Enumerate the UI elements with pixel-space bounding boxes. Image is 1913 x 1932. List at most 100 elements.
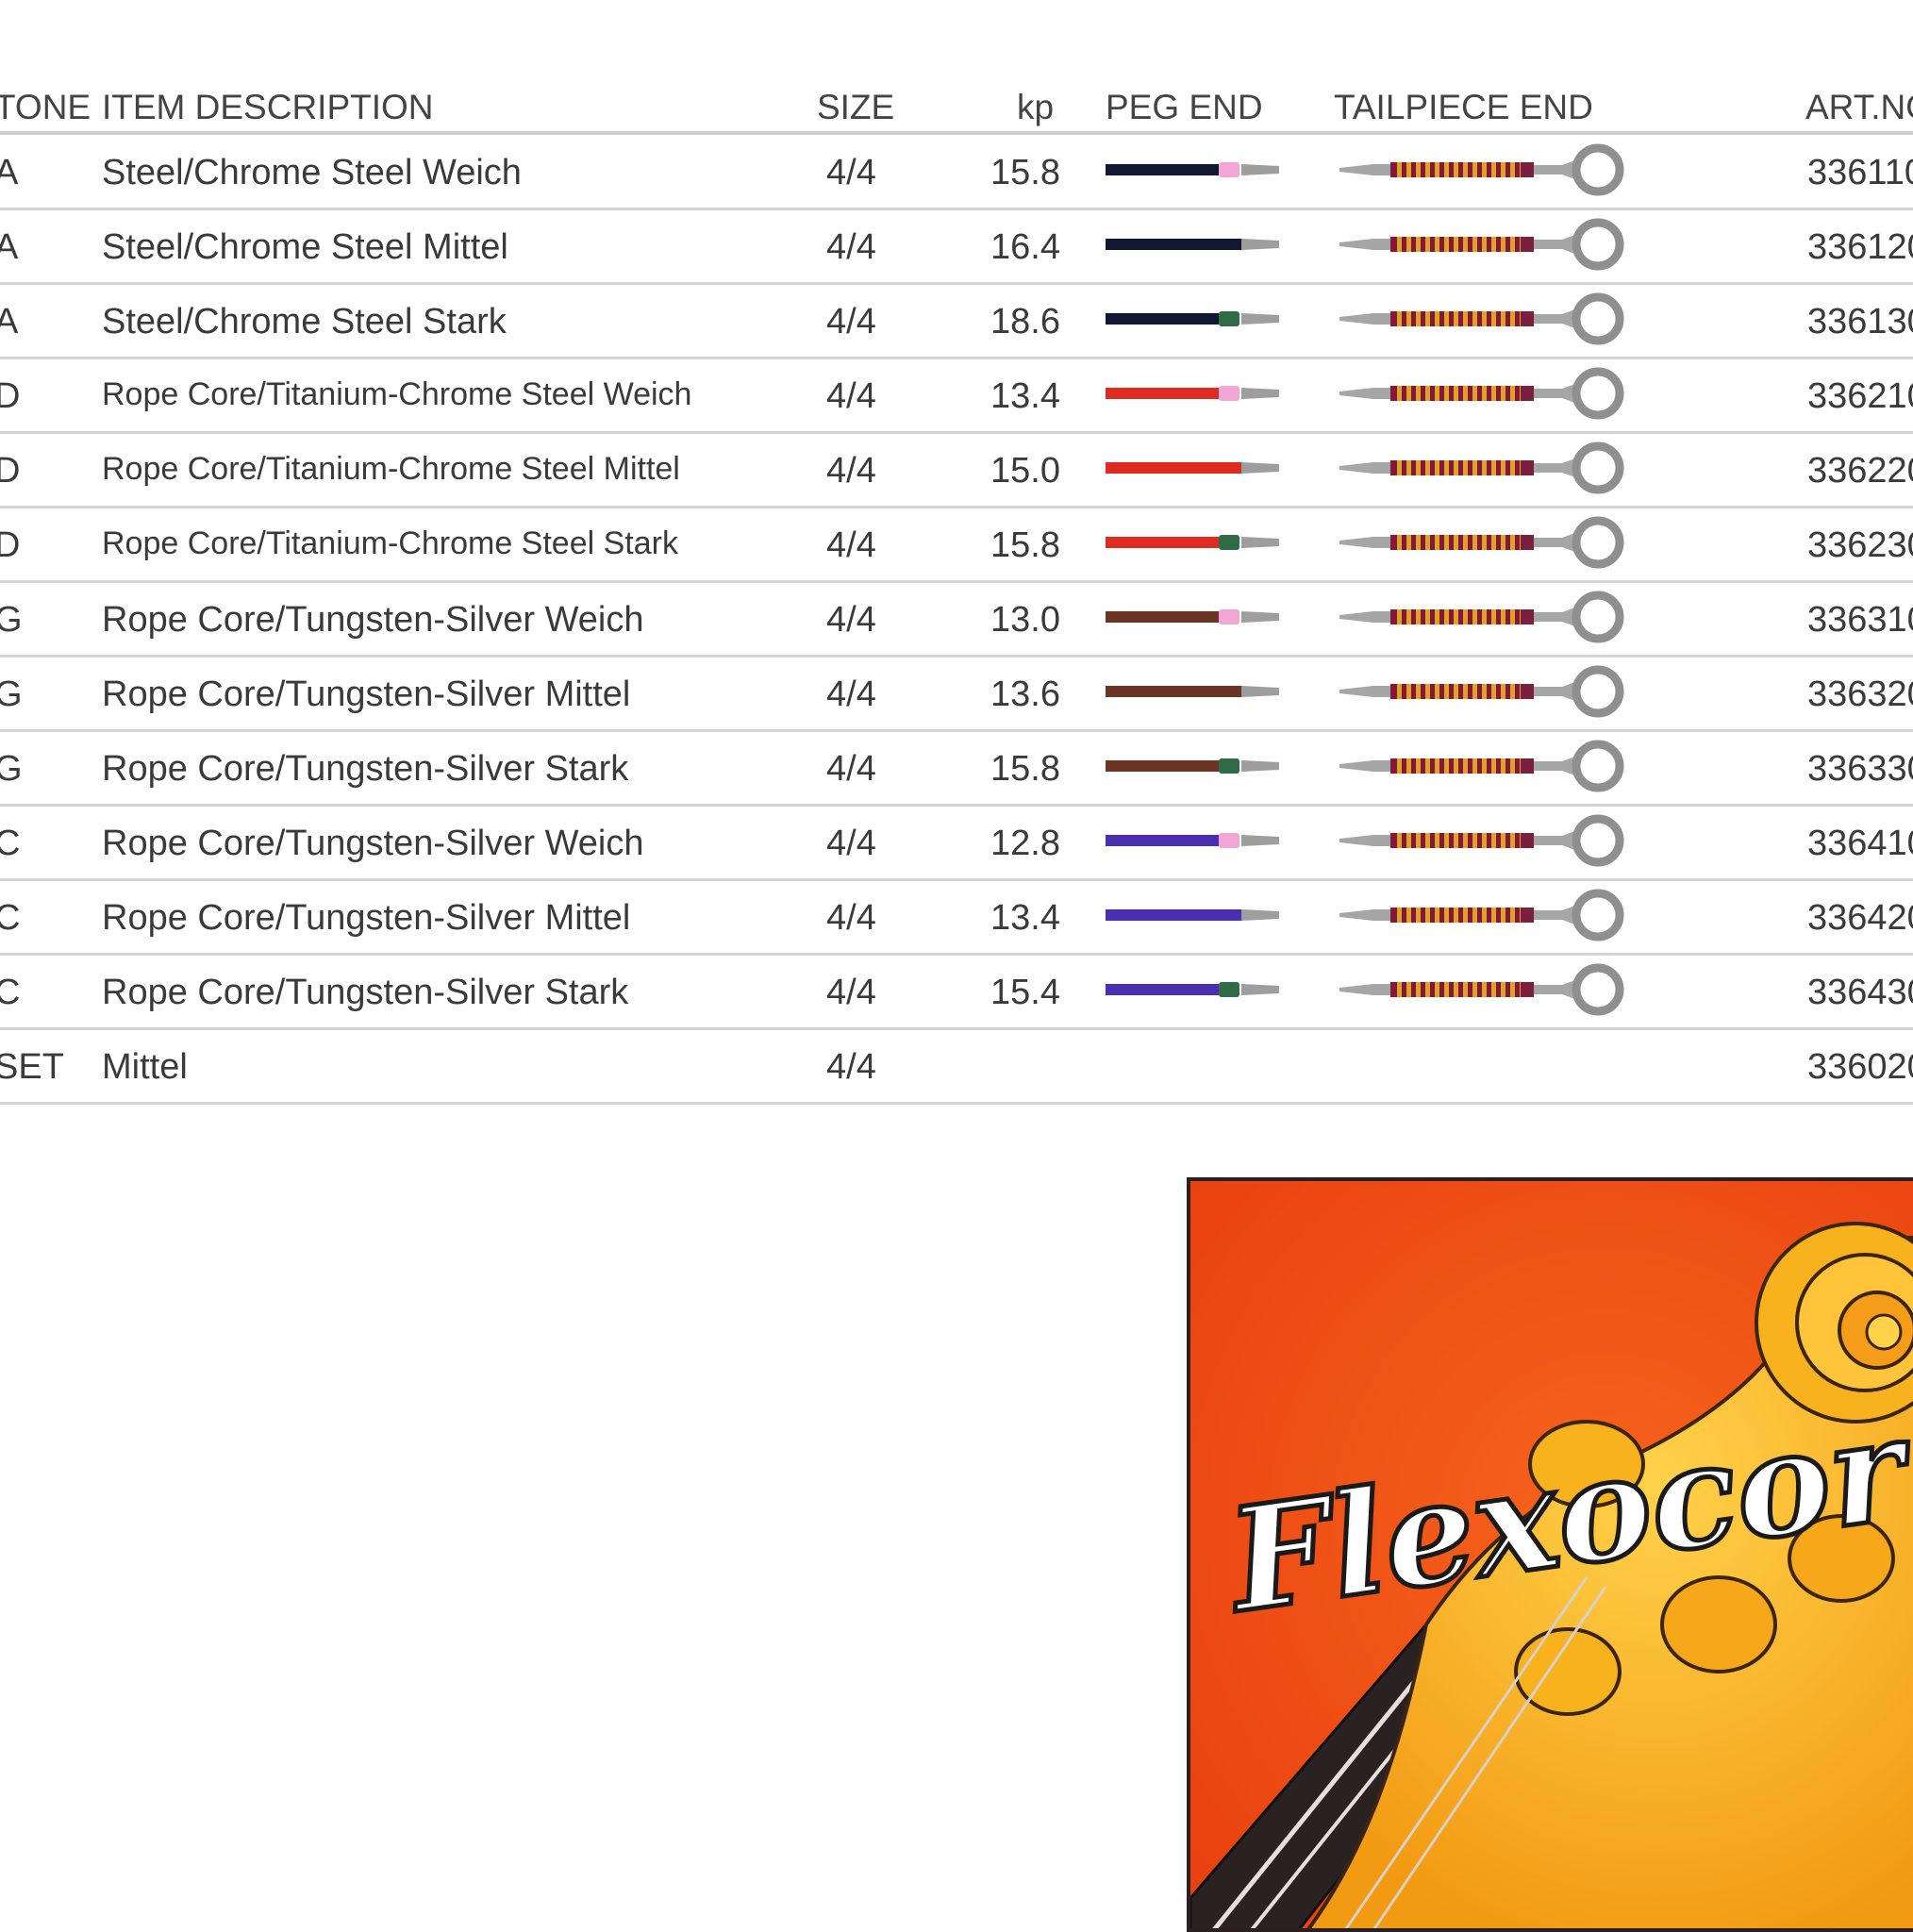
tone-cell: D xyxy=(0,525,21,565)
art-no-cell: 336330 xyxy=(1807,749,1913,789)
description-cell: Rope Core/Tungsten-Silver Weich xyxy=(102,600,644,640)
art-no-cell: 336430 xyxy=(1807,973,1913,1012)
tailpiece-end-icon xyxy=(1339,292,1624,345)
kp-cell: 15.4 xyxy=(990,973,1060,1012)
header-tone: TONE xyxy=(0,88,91,126)
description-cell: Rope Core/Tungsten-Silver Mittel xyxy=(102,675,631,714)
art-no-cell: 336120 xyxy=(1807,227,1913,267)
art-no-cell: 336130 xyxy=(1807,302,1913,341)
size-cell: 4/4 xyxy=(826,898,876,938)
table-row: D Rope Core/Titanium-Chrome Steel Stark 4/… xyxy=(0,507,1913,581)
description-cell: Steel/Chrome Steel Weich xyxy=(102,153,522,192)
header-kp: kp xyxy=(1017,88,1055,126)
description-cell: Rope Core/Titanium-Chrome Steel Stark xyxy=(102,525,678,561)
tone-cell: G xyxy=(0,675,23,714)
kp-cell: 15.8 xyxy=(990,749,1060,789)
tailpiece-end-icon xyxy=(1339,963,1624,1016)
kp-cell: 13.0 xyxy=(990,600,1060,640)
tone-cell: SET xyxy=(0,1047,64,1087)
string-spec-table: TONE ITEM DESCRIPTION SIZE kp PEG END TA… xyxy=(0,0,1913,1113)
flexocor-logo-artwork: Flexocor xyxy=(1187,1177,1913,1932)
peg-end-icon xyxy=(1106,609,1279,625)
table-row: C Rope Core/Tungsten-Silver Mittel 4/4 13.4… xyxy=(0,879,1913,954)
peg-end-icon xyxy=(1106,162,1279,177)
size-cell: 4/4 xyxy=(826,227,876,267)
table-row: D Rope Core/Titanium-Chrome Steel Weich 4/… xyxy=(0,358,1913,432)
tailpiece-end-icon xyxy=(1339,218,1624,271)
art-no-cell: 336210 xyxy=(1807,376,1913,416)
description-cell: Rope Core/Tungsten-Silver Stark xyxy=(102,973,629,1012)
table-row: A Steel/Chrome Steel Weich 4/4 15.8 336110 xyxy=(0,134,1913,208)
table-row: G Rope Core/Tungsten-Silver Mittel 4/4 13.6… xyxy=(0,656,1913,730)
tone-cell: C xyxy=(0,824,21,863)
kp-cell: 13.4 xyxy=(990,376,1060,416)
table-row: G Rope Core/Tungsten-Silver Weich 4/4 13.0 3… xyxy=(0,581,1913,656)
tone-cell: G xyxy=(0,749,23,789)
kp-cell: 15.8 xyxy=(990,153,1060,192)
tailpiece-end-icon xyxy=(1339,889,1624,941)
table-row: G Rope Core/Tungsten-Silver Stark 4/4 15.8 3… xyxy=(0,730,1913,805)
peg-end-icon xyxy=(1106,982,1279,997)
tailpiece-end-icon xyxy=(1339,516,1624,569)
table-row: A Steel/Chrome Steel Mittel 4/4 16.4 336120 xyxy=(0,208,1913,283)
kp-cell: 12.8 xyxy=(990,824,1060,863)
tone-cell: C xyxy=(0,898,21,938)
tone-cell: C xyxy=(0,973,21,1012)
description-cell: Rope Core/Tungsten-Silver Weich xyxy=(102,824,644,863)
kp-cell: 15.0 xyxy=(990,451,1060,491)
peg-end-icon xyxy=(1106,239,1279,250)
table-row: C Rope Core/Tungsten-Silver Stark 4/4 15.4 3… xyxy=(0,954,1913,1028)
tailpiece-end-icon xyxy=(1339,814,1624,867)
header-size: SIZE xyxy=(817,88,895,126)
size-cell: 4/4 xyxy=(826,1047,876,1087)
tailpiece-end-icon xyxy=(1339,143,1624,196)
description-cell: Rope Core/Titanium-Chrome Steel Weich xyxy=(102,376,692,412)
art-no-cell: 336310 xyxy=(1807,600,1913,640)
peg-end-icon xyxy=(1106,686,1279,697)
size-cell: 4/4 xyxy=(826,600,876,640)
art-no-cell: 336420 xyxy=(1807,898,1913,938)
kp-cell: 13.6 xyxy=(990,675,1060,714)
header-art-no: ART.NO xyxy=(1805,88,1913,126)
kp-cell: 15.8 xyxy=(990,525,1060,565)
art-no-cell: 336410 xyxy=(1807,824,1913,863)
art-no-cell: 336220 xyxy=(1807,451,1913,491)
tailpiece-end-icon xyxy=(1339,665,1624,718)
size-cell: 4/4 xyxy=(826,302,876,341)
tailpiece-end-icon xyxy=(1339,740,1624,792)
size-cell: 4/4 xyxy=(826,376,876,416)
description-cell: Rope Core/Tungsten-Silver Mittel xyxy=(102,898,631,938)
header-item-description: ITEM DESCRIPTION xyxy=(102,88,434,126)
peg-end-icon xyxy=(1106,758,1279,774)
row-divider xyxy=(0,1102,1913,1105)
size-cell: 4/4 xyxy=(826,824,876,863)
size-cell: 4/4 xyxy=(826,973,876,1012)
size-cell: 4/4 xyxy=(826,451,876,491)
table-row: D Rope Core/Titanium-Chrome Steel Mittel 4… xyxy=(0,432,1913,507)
header-peg-end: PEG END xyxy=(1106,88,1263,126)
description-cell: Mittel xyxy=(102,1047,188,1087)
size-cell: 4/4 xyxy=(826,675,876,714)
art-no-cell: 336320 xyxy=(1807,675,1913,714)
kp-cell: 13.4 xyxy=(990,898,1060,938)
art-no-cell: 336230 xyxy=(1807,525,1913,565)
kp-cell: 18.6 xyxy=(990,302,1060,341)
tone-cell: A xyxy=(0,153,19,192)
description-cell: Rope Core/Tungsten-Silver Stark xyxy=(102,749,629,789)
table-row: SET Mittel 4/4 336020 xyxy=(0,1028,1913,1103)
tone-cell: D xyxy=(0,451,21,491)
description-cell: Rope Core/Titanium-Chrome Steel Mittel xyxy=(102,451,680,487)
size-cell: 4/4 xyxy=(826,153,876,192)
art-no-cell: 336020 xyxy=(1807,1047,1913,1087)
peg-end-icon xyxy=(1106,909,1279,921)
art-no-cell: 336110 xyxy=(1807,153,1913,192)
peg-end-icon xyxy=(1106,833,1279,848)
table-row: C Rope Core/Tungsten-Silver Weich 4/4 12.8 3… xyxy=(0,805,1913,879)
tailpiece-end-icon xyxy=(1339,441,1624,494)
header-tailpiece-end: TAILPIECE END xyxy=(1334,88,1593,126)
flexocor-logo-image: Flexocor xyxy=(1190,1181,1913,1928)
tone-cell: A xyxy=(0,227,19,267)
size-cell: 4/4 xyxy=(826,749,876,789)
kp-cell: 16.4 xyxy=(990,227,1060,267)
tailpiece-end-icon xyxy=(1339,367,1624,420)
